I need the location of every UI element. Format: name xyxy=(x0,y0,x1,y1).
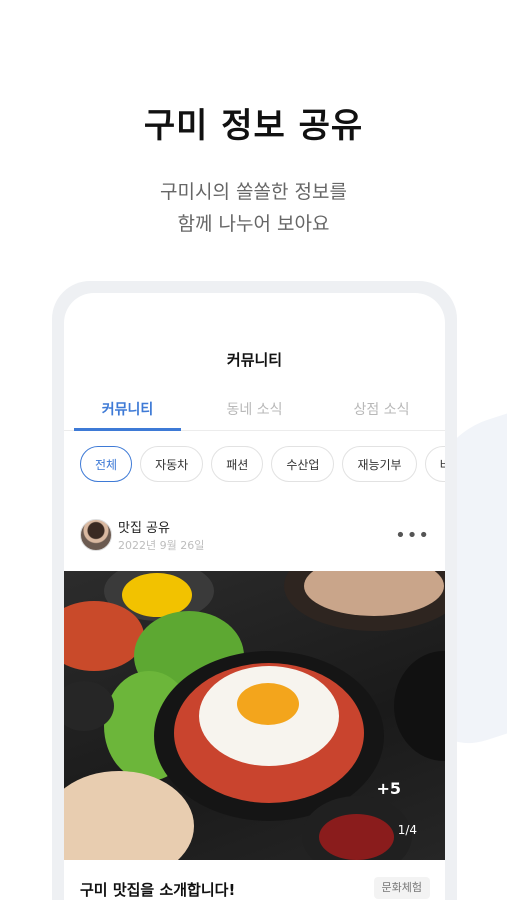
avatar[interactable] xyxy=(80,519,112,551)
post-date: 2022년 9월 26일 xyxy=(118,539,205,552)
post-header: 맛집 공유 2022년 9월 26일 ••• xyxy=(80,517,430,552)
tab-bar: 커뮤니티 동네 소식 상점 소식 xyxy=(64,393,445,431)
post-tag: 문화체험 xyxy=(373,877,430,899)
hero-subtitle-line-2: 함께 나누어 보아요 xyxy=(177,213,330,235)
chip-all[interactable]: 전체 xyxy=(80,446,133,482)
post-title[interactable]: 구미 맛집을 소개합니다! xyxy=(80,879,235,900)
hero-subtitle-line-1: 구미시의 쏠쏠한 정보를 xyxy=(160,181,347,203)
post-title-row: 구미 맛집을 소개합니다! 문화체험 xyxy=(80,877,430,900)
chip-talent-donation[interactable]: 재능기부 xyxy=(342,446,417,482)
hero-title: 구미 정보 공유 xyxy=(143,106,364,146)
post-image[interactable]: +5 1/4 xyxy=(64,571,445,860)
tab-store-news[interactable]: 상점 소식 xyxy=(318,393,445,430)
hero-subtitle: 구미시의 쏠쏠한 정보를 함께 나누어 보아요 xyxy=(0,176,507,240)
image-count-badge: +5 xyxy=(376,779,401,798)
bowl-right xyxy=(394,651,445,761)
phone-screen: 커뮤니티 커뮤니티 동네 소식 상점 소식 전체 자동차 패션 수산업 재능기부… xyxy=(64,293,445,900)
more-options-icon[interactable]: ••• xyxy=(395,525,430,546)
gochujang xyxy=(319,814,394,860)
chip-car[interactable]: 자동차 xyxy=(140,446,204,482)
chip-fishery[interactable]: 수산업 xyxy=(271,446,335,482)
category-chips: 전체 자동차 패션 수산업 재능기부 비지니 xyxy=(80,446,445,482)
app-title: 커뮤니티 xyxy=(226,351,283,369)
chip-fashion[interactable]: 패션 xyxy=(211,446,264,482)
post-category: 맛집 공유 xyxy=(118,521,170,536)
image-page-indicator: 1/4 xyxy=(397,823,417,837)
tab-neighborhood-news[interactable]: 동네 소식 xyxy=(191,393,318,430)
egg-yolk xyxy=(237,683,299,725)
tab-community[interactable]: 커뮤니티 xyxy=(64,393,191,431)
chip-business[interactable]: 비지니 xyxy=(424,446,445,482)
